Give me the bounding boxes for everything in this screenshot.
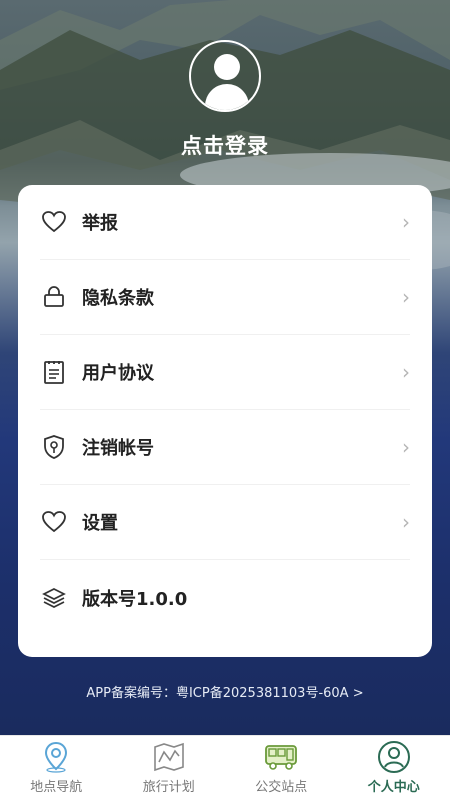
menu-item-user-agreement[interactable]: 用户协议 › bbox=[40, 335, 410, 410]
avatar-body bbox=[205, 84, 249, 110]
menu-item-version: 版本号1.0.0 bbox=[40, 560, 410, 635]
tab-label: 个人中心 bbox=[367, 780, 420, 795]
avatar[interactable] bbox=[189, 40, 261, 112]
tab-label: 旅行计划 bbox=[142, 780, 195, 795]
menu-item-label: 隐私条款 bbox=[82, 288, 154, 309]
menu-card: 举报 › 隐私条款 › 用户协议 › 注销帐号 › 设置 › 版本号1.0.0 bbox=[18, 185, 432, 657]
chevron-right-icon: › bbox=[402, 360, 410, 384]
tab-location-navigation[interactable]: 地点导航 bbox=[0, 736, 113, 800]
menu-item-label: 注销帐号 bbox=[82, 438, 154, 459]
tab-travel-plan[interactable]: 旅行计划 bbox=[113, 736, 226, 800]
location-pin-icon bbox=[43, 740, 69, 774]
tab-personal-center[interactable]: 个人中心 bbox=[338, 736, 450, 800]
menu-item-label: 设置 bbox=[82, 513, 118, 534]
login-button[interactable]: 点击登录 bbox=[0, 130, 450, 160]
avatar-head bbox=[214, 54, 240, 80]
menu-item-settings[interactable]: 设置 › bbox=[40, 485, 410, 560]
chevron-right-icon: › bbox=[402, 210, 410, 234]
heart-icon bbox=[40, 508, 68, 536]
tab-label: 公交站点 bbox=[255, 780, 308, 795]
tab-bus-stops[interactable]: 公交站点 bbox=[225, 736, 338, 800]
user-icon bbox=[377, 740, 411, 774]
shield-key-icon bbox=[40, 433, 68, 461]
heart-icon bbox=[40, 208, 68, 236]
layers-icon bbox=[40, 584, 68, 612]
tab-label: 地点导航 bbox=[30, 780, 83, 795]
menu-item-label: 用户协议 bbox=[82, 363, 154, 384]
version-label: 版本号1.0.0 bbox=[82, 588, 188, 610]
bottom-tab-bar: 地点导航 旅行计划 公交站点 个人中心 bbox=[0, 735, 450, 800]
menu-item-privacy[interactable]: 隐私条款 › bbox=[40, 260, 410, 335]
bus-icon bbox=[264, 740, 298, 774]
lock-icon bbox=[40, 283, 68, 311]
menu-item-report[interactable]: 举报 › bbox=[40, 185, 410, 260]
document-icon bbox=[40, 358, 68, 386]
chevron-right-icon: › bbox=[402, 510, 410, 534]
profile-header[interactable]: 点击登录 bbox=[0, 40, 450, 160]
map-icon bbox=[153, 740, 185, 774]
icp-record-link[interactable]: APP备案编号：粤ICP备2025381103号-60A > bbox=[0, 682, 450, 701]
menu-item-label: 举报 bbox=[82, 213, 118, 234]
menu-item-delete-account[interactable]: 注销帐号 › bbox=[40, 410, 410, 485]
chevron-right-icon: › bbox=[402, 285, 410, 309]
chevron-right-icon: › bbox=[402, 435, 410, 459]
